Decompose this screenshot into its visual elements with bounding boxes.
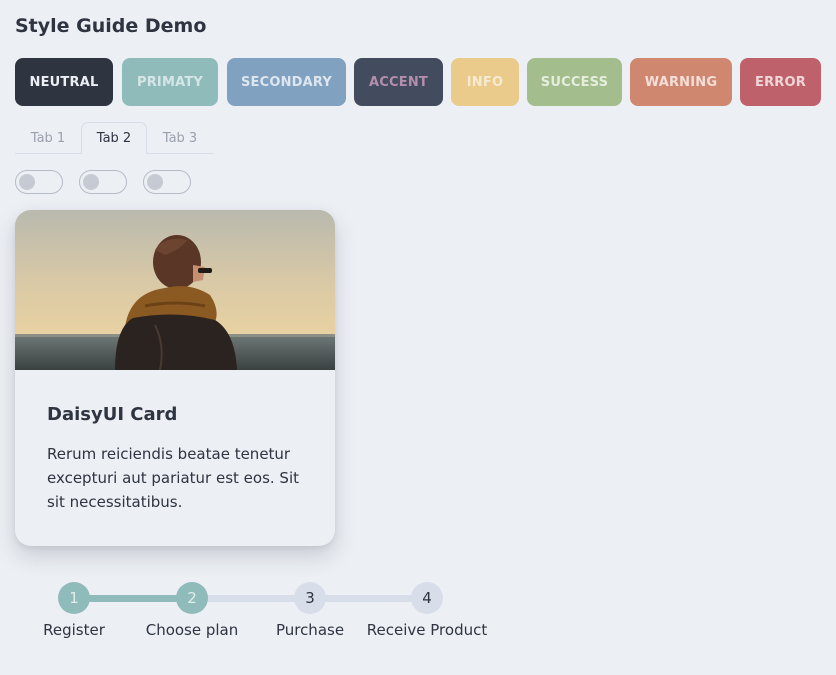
step-3-label: Purchase: [275, 621, 345, 639]
step-2-indicator: 2: [176, 582, 208, 614]
page-title: Style Guide Demo: [15, 15, 207, 37]
step-2-label: Choose plan: [145, 621, 239, 639]
steps-progress: 1 2 3 4 Register Choose plan Purchase Re…: [15, 582, 495, 642]
tab-2[interactable]: Tab 2: [81, 122, 147, 154]
success-button[interactable]: SUCCESS: [527, 58, 622, 106]
tab-3[interactable]: Tab 3: [147, 122, 213, 154]
card: DaisyUI Card Rerum reiciendis beatae ten…: [15, 210, 335, 546]
card-image: [15, 210, 335, 370]
error-button[interactable]: ERROR: [740, 58, 821, 106]
toggle-2[interactable]: [79, 170, 127, 194]
neutral-button[interactable]: NEUTRAL: [15, 58, 113, 106]
toggle-3[interactable]: [143, 170, 191, 194]
style-guide-page: Style Guide Demo NEUTRAL PRIMATY SECONDA…: [15, 0, 825, 675]
step-4-label: Receive Product: [366, 621, 488, 639]
primary-button[interactable]: PRIMATY: [122, 58, 218, 106]
accent-button[interactable]: ACCENT: [354, 58, 443, 106]
secondary-button[interactable]: SECONDARY: [227, 58, 346, 106]
step-connector-2: [192, 595, 310, 602]
toggle-knob: [147, 174, 163, 190]
step-3-indicator: 3: [294, 582, 326, 614]
step-4-indicator: 4: [411, 582, 443, 614]
step-1-indicator: 1: [58, 582, 90, 614]
card-text: Rerum reiciendis beatae tenetur exceptur…: [47, 445, 299, 511]
toggle-1[interactable]: [15, 170, 63, 194]
card-title: DaisyUI Card: [47, 404, 178, 425]
warning-button[interactable]: WARNING: [630, 58, 732, 106]
tab-1[interactable]: Tab 1: [15, 122, 81, 154]
toggle-knob: [83, 174, 99, 190]
step-connector-1: [74, 595, 192, 602]
info-button[interactable]: INFO: [451, 58, 519, 106]
tab-bar: Tab 1 Tab 2 Tab 3: [15, 122, 214, 154]
step-1-label: Register: [43, 621, 105, 639]
toggle-knob: [19, 174, 35, 190]
